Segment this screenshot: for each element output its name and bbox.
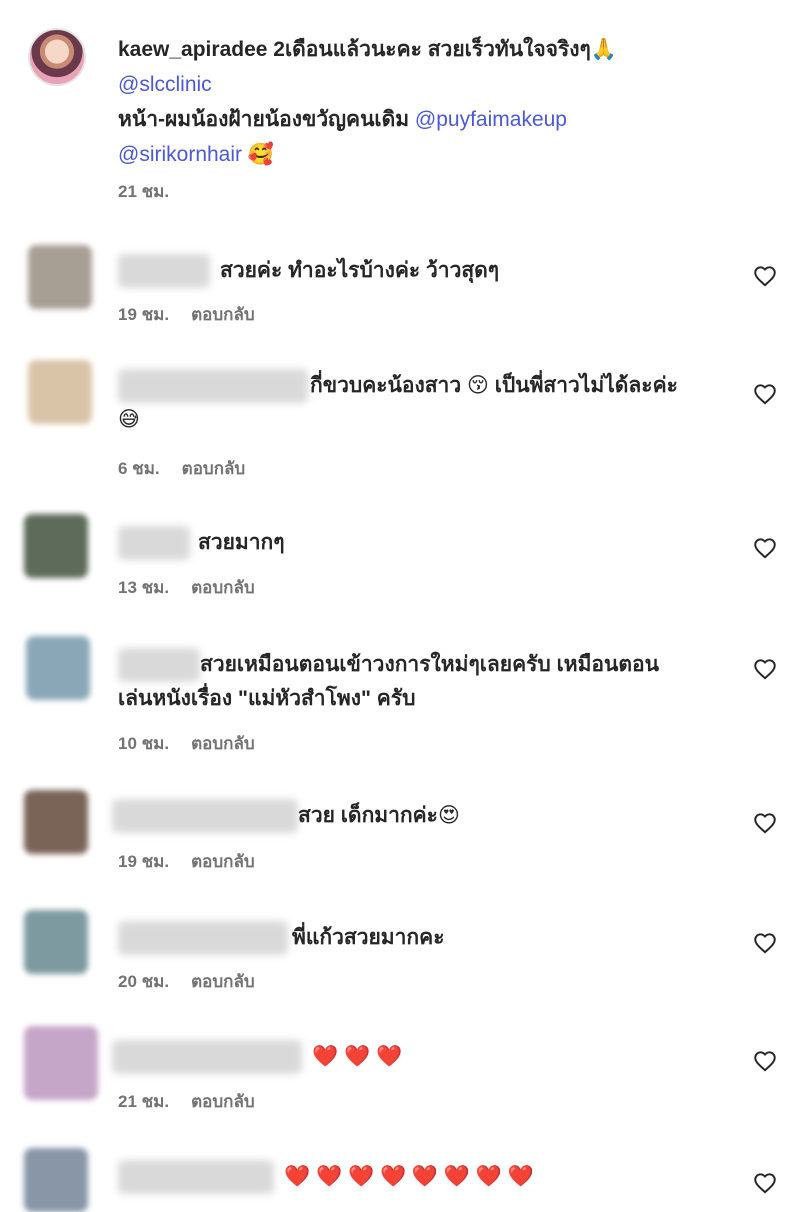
comment-timestamp: 13 ชม. <box>118 578 170 597</box>
commenter-avatar[interactable] <box>24 1148 88 1212</box>
commenter-name-blurred[interactable] <box>118 369 308 403</box>
reply-button[interactable]: ตอบกลับ <box>191 852 255 871</box>
comment-timestamp: 10 ชม. <box>118 734 170 753</box>
comment-text: สวย เด็กมากค่ะ😍 <box>298 804 460 827</box>
comment-meta: 6 ชม. ตอบกลับ <box>118 455 267 482</box>
comment-text-line2: เล่นหนังเรื่อง "แม่หัวสำโพง" ครับ <box>118 687 416 710</box>
comment-timestamp: 19 ชม. <box>118 852 170 871</box>
pray-emoji-icon: 🙏 <box>590 38 617 61</box>
comment-timestamp: 21 ชม. <box>118 1092 170 1111</box>
comment-timestamp: 20 ชม. <box>118 972 170 991</box>
comment-meta: 13 ชม. ตอบกลับ <box>118 574 277 601</box>
commenter-name-blurred[interactable] <box>112 799 298 833</box>
like-heart-icon[interactable] <box>752 381 778 407</box>
reply-button[interactable]: ตอบกลับ <box>191 578 255 597</box>
comment-text: กี่ขวบคะน้องสาว 😚 เป็นพี่สาวไม่ได้ละค่ะ <box>310 374 678 397</box>
commenter-avatar[interactable] <box>28 360 92 424</box>
like-heart-icon[interactable] <box>752 810 778 836</box>
comment-timestamp: 19 ชม. <box>118 305 170 324</box>
author-username[interactable]: kaew_apiradee <box>118 38 267 61</box>
commenter-name-blurred[interactable] <box>118 1160 274 1194</box>
like-heart-icon[interactable] <box>752 535 778 561</box>
comment-text: สวยเหมือนตอนเข้าวงการใหม่ๆเลยครับ เหมือน… <box>200 653 660 676</box>
comment-text-line2: 😅 <box>118 408 140 431</box>
comment-meta: 19 ชม. ตอบกลับ <box>118 848 277 875</box>
comment-meta: 19 ชม. ตอบกลับ <box>118 301 277 328</box>
commenter-avatar[interactable] <box>26 636 90 700</box>
like-heart-icon[interactable] <box>752 656 778 682</box>
like-heart-icon[interactable] <box>752 263 778 289</box>
commenter-avatar[interactable] <box>28 245 92 309</box>
comment-text: ❤️ ❤️ ❤️ ❤️ ❤️ ❤️ ❤️ ❤️ <box>284 1165 535 1188</box>
comment-text: ❤️ ❤️ ❤️ <box>312 1045 403 1068</box>
post-caption: kaew_apiradee 2เดือนแล้วนะคะ สวยเร็วทันใ… <box>0 0 800 220</box>
commenter-name-blurred[interactable] <box>118 921 288 955</box>
commenter-name-blurred[interactable] <box>118 648 200 682</box>
comment-meta: 20 ชม. ตอบกลับ <box>118 968 277 995</box>
reply-button[interactable]: ตอบกลับ <box>182 459 246 478</box>
caption-timestamp: 21 ชม. <box>118 182 170 201</box>
caption-text: kaew_apiradee 2เดือนแล้วนะคะ สวยเร็วทันใ… <box>118 32 758 172</box>
smiling-hearts-emoji-icon: 🥰 <box>247 143 275 166</box>
caption-line2: หน้า-ผมน้องฝ้ายน้องขวัญคนเดิม <box>118 108 410 131</box>
commenter-name-blurred[interactable] <box>118 254 210 288</box>
comment-text: พี่แก้วสวยมากคะ <box>292 926 445 949</box>
mention-slcclinic[interactable]: @slcclinic <box>118 73 212 96</box>
comment-timestamp: 6 ชม. <box>118 459 160 478</box>
comment-meta: 10 ชม. ตอบกลับ <box>118 730 277 757</box>
reply-button[interactable]: ตอบกลับ <box>191 972 255 991</box>
comment-meta: 21 ชม. ตอบกลับ <box>118 1088 277 1115</box>
reply-button[interactable]: ตอบกลับ <box>191 305 255 324</box>
comment-text: สวยค่ะ ทำอะไรบ้างค่ะ ว้าวสุดๆ <box>220 259 500 282</box>
commenter-avatar[interactable] <box>24 1026 98 1100</box>
like-heart-icon[interactable] <box>752 1048 778 1074</box>
mention-sirikornhair[interactable]: @sirikornhair <box>118 143 242 166</box>
caption-line1: 2เดือนแล้วนะคะ สวยเร็วทันใจจริงๆ <box>273 38 591 61</box>
comment-text: สวยมากๆ <box>198 531 285 554</box>
commenter-name-blurred[interactable] <box>112 1040 302 1074</box>
reply-button[interactable]: ตอบกลับ <box>191 1092 255 1111</box>
commenter-avatar[interactable] <box>24 514 88 578</box>
like-heart-icon[interactable] <box>752 930 778 956</box>
mention-puyfaimakeup[interactable]: @puyfaimakeup <box>415 108 567 131</box>
commenter-avatar[interactable] <box>24 910 88 974</box>
author-avatar[interactable] <box>28 28 86 86</box>
like-heart-icon[interactable] <box>752 1170 778 1196</box>
commenter-avatar[interactable] <box>24 790 88 854</box>
commenter-name-blurred[interactable] <box>118 526 190 560</box>
reply-button[interactable]: ตอบกลับ <box>191 734 255 753</box>
